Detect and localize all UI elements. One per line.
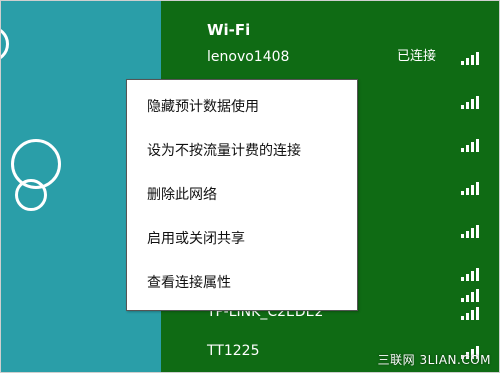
signal-strength-icon [461, 306, 485, 320]
wifi-panel-title: Wi-Fi [207, 21, 251, 39]
network-name: TT1225 [207, 343, 260, 359]
signal-bar [466, 58, 469, 65]
network-row[interactable]: lenovo1408 已连接 [161, 40, 499, 74]
signal-bar [471, 142, 474, 152]
signal-bar [466, 102, 469, 109]
signal-bar [461, 191, 464, 195]
signal-bar [471, 99, 474, 109]
decorative-ring [1, 26, 9, 62]
screenshot-frame: Wi-Fi lenovo1408 已连接 TP-LINK_C2EDE2 TT1225 … [0, 0, 500, 373]
signal-bar [461, 105, 464, 109]
signal-bar [466, 188, 469, 195]
signal-strength-icon [461, 181, 485, 195]
signal-bar [476, 139, 479, 152]
signal-bar [466, 313, 469, 320]
signal-bar [476, 96, 479, 109]
signal-bar [476, 307, 479, 320]
signal-bar [461, 316, 464, 320]
signal-bar [466, 231, 469, 238]
signal-strength-icon [461, 95, 485, 109]
signal-bar [471, 185, 474, 195]
menu-item-view-properties[interactable]: 查看连接属性 [147, 268, 231, 298]
network-name: lenovo1408 [207, 49, 290, 65]
menu-item-hide-data-usage[interactable]: 隐藏预计数据使用 [147, 92, 259, 122]
menu-item-forget-network[interactable]: 删除此网络 [147, 180, 217, 210]
signal-bar [476, 182, 479, 195]
signal-bar [471, 55, 474, 65]
signal-bar [461, 148, 464, 152]
decorative-ring-small [15, 179, 47, 211]
signal-bar [476, 225, 479, 238]
watermark: 三联网 3LIAN.COM [377, 353, 491, 367]
signal-bar [471, 228, 474, 238]
menu-item-set-metered[interactable]: 设为不按流量计费的连接 [147, 136, 301, 166]
menu-item-toggle-sharing[interactable]: 启用或关闭共享 [147, 224, 245, 254]
signal-strength-icon [461, 51, 485, 65]
context-menu: 隐藏预计数据使用 设为不按流量计费的连接 删除此网络 启用或关闭共享 查看连接属… [126, 79, 358, 311]
signal-bar [461, 234, 464, 238]
signal-bar [461, 61, 464, 65]
signal-strength-icon [461, 138, 485, 152]
signal-bar [466, 145, 469, 152]
signal-bar [471, 310, 474, 320]
signal-bar [476, 52, 479, 65]
signal-strength-icon [461, 224, 485, 238]
network-status: 已连接 [397, 49, 437, 64]
